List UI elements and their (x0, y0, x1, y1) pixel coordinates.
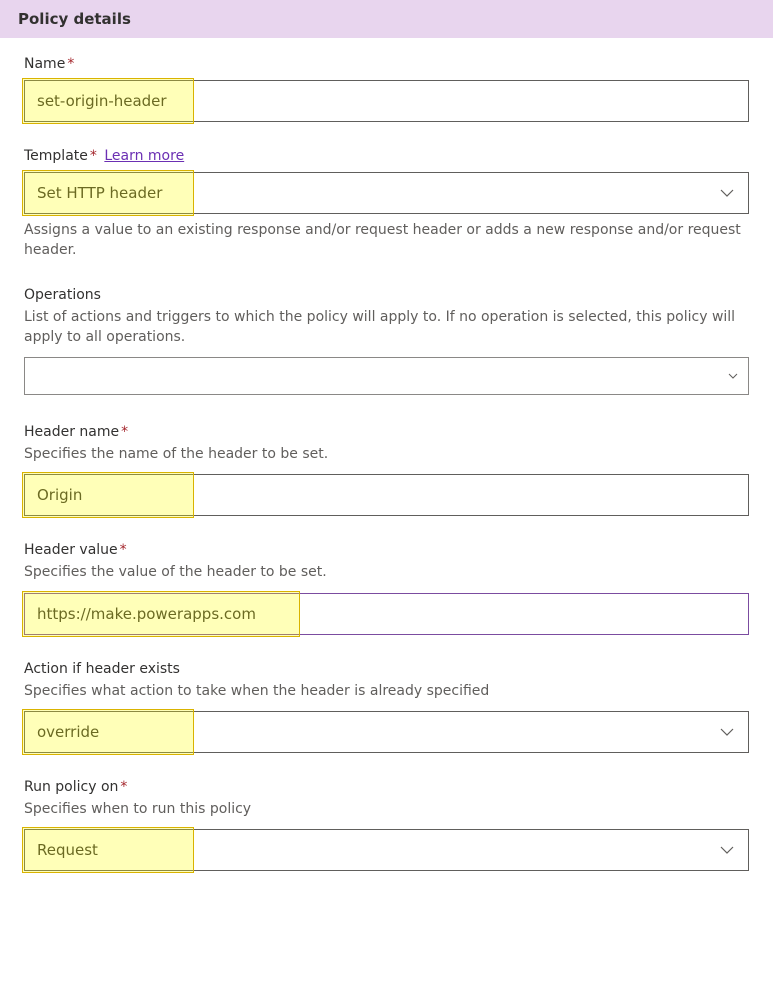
operations-label: Operations (24, 287, 101, 303)
header-value-label-row: Header value* (24, 542, 749, 558)
operations-select-wrap (24, 357, 749, 398)
header-name-input-wrap (24, 474, 749, 516)
section-header: Policy details (0, 0, 773, 38)
field-run-policy-on: Run policy on* Specifies when to run thi… (24, 779, 749, 871)
run-policy-on-value: Request (37, 841, 98, 859)
template-label: Template (24, 148, 88, 164)
action-if-exists-value: override (37, 723, 99, 741)
operations-select[interactable] (24, 357, 749, 395)
field-operations: Operations List of actions and triggers … (24, 287, 749, 399)
run-policy-on-label: Run policy on (24, 779, 118, 795)
section-title: Policy details (18, 10, 131, 28)
template-select-value: Set HTTP header (37, 184, 162, 202)
action-if-exists-description: Specifies what action to take when the h… (24, 681, 749, 701)
header-name-label-row: Header name* (24, 424, 749, 440)
field-header-name: Header name* Specifies the name of the h… (24, 424, 749, 516)
required-asterisk: * (120, 779, 127, 795)
header-name-label: Header name (24, 424, 119, 440)
template-select-wrap: Set HTTP header (24, 172, 749, 214)
required-asterisk: * (90, 148, 97, 164)
required-asterisk: * (67, 56, 74, 72)
name-input-wrap (24, 80, 749, 122)
operations-label-row: Operations (24, 287, 749, 303)
required-asterisk: * (120, 542, 127, 558)
template-description: Assigns a value to an existing response … (24, 220, 749, 261)
header-name-input[interactable] (24, 474, 749, 516)
header-name-description: Specifies the name of the header to be s… (24, 444, 749, 464)
action-if-exists-select[interactable]: override (24, 711, 749, 753)
action-if-exists-select-wrap: override (24, 711, 749, 753)
run-policy-on-select[interactable]: Request (24, 829, 749, 871)
required-asterisk: * (121, 424, 128, 440)
name-label-row: Name* (24, 56, 749, 72)
name-input[interactable] (24, 80, 749, 122)
run-policy-on-description: Specifies when to run this policy (24, 799, 749, 819)
run-policy-on-label-row: Run policy on* (24, 779, 749, 795)
header-value-label: Header value (24, 542, 118, 558)
operations-description: List of actions and triggers to which th… (24, 307, 749, 348)
field-name: Name* (24, 56, 749, 122)
field-template: Template* Learn more Set HTTP header Ass… (24, 148, 749, 261)
template-select[interactable]: Set HTTP header (24, 172, 749, 214)
field-header-value: Header value* Specifies the value of the… (24, 542, 749, 634)
field-action-if-exists: Action if header exists Specifies what a… (24, 661, 749, 753)
header-value-description: Specifies the value of the header to be … (24, 562, 749, 582)
form-body: Name* Template* Learn more Set HTTP head… (0, 38, 773, 901)
name-label: Name (24, 56, 65, 72)
header-value-input[interactable] (24, 593, 749, 635)
template-label-row: Template* Learn more (24, 148, 749, 164)
template-learn-more-link[interactable]: Learn more (104, 148, 184, 164)
action-if-exists-label-row: Action if header exists (24, 661, 749, 677)
action-if-exists-label: Action if header exists (24, 661, 180, 677)
run-policy-on-select-wrap: Request (24, 829, 749, 871)
header-value-input-wrap (24, 593, 749, 635)
